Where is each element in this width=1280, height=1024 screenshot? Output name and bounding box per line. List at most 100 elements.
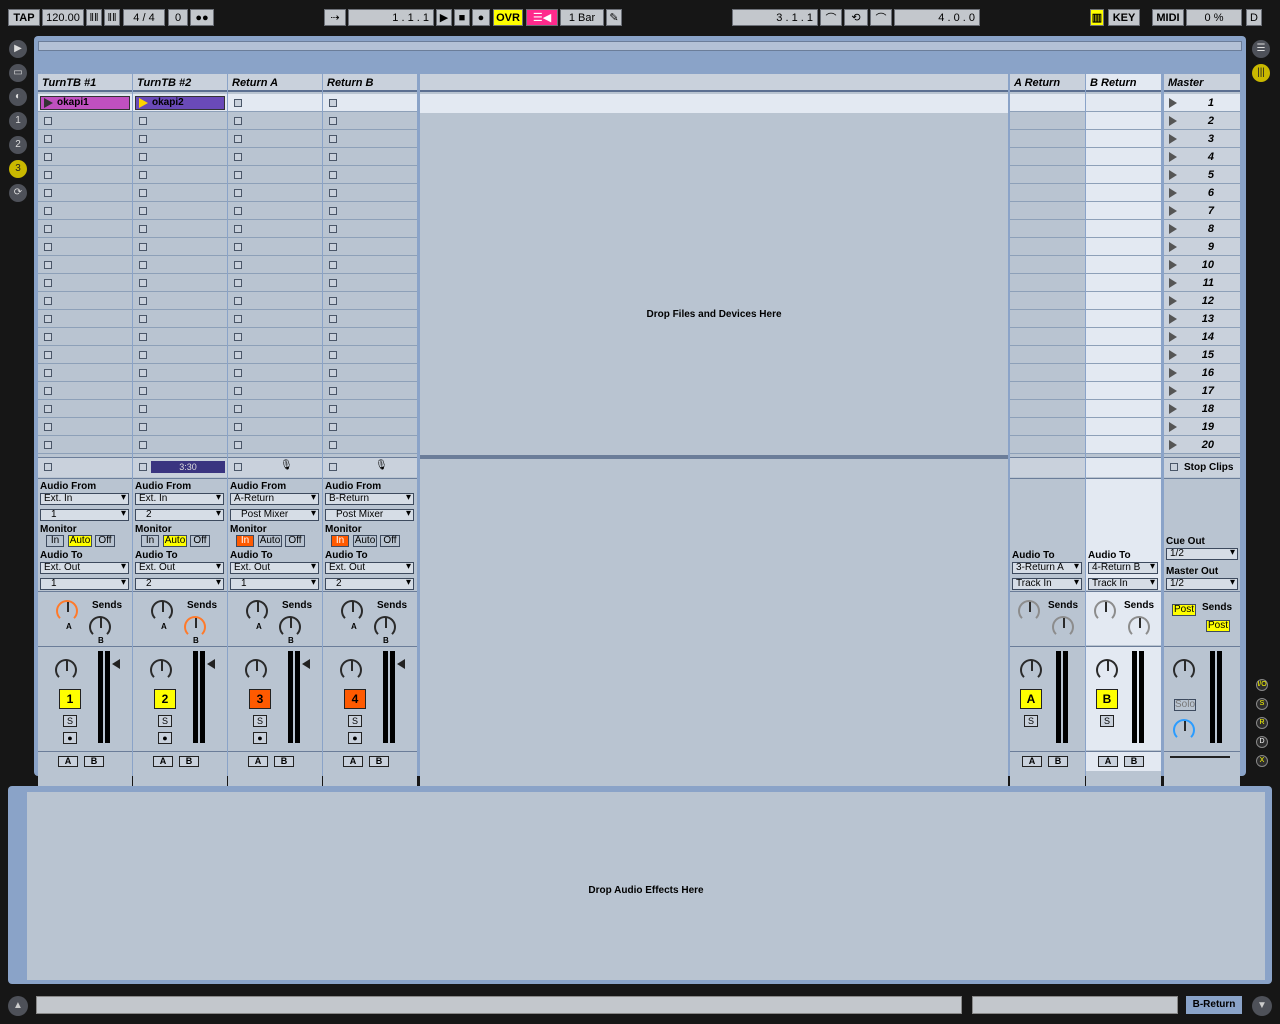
volume-fader-icon[interactable] [397,659,405,669]
crossfade-b-button[interactable]: B [84,756,104,767]
clip-slot[interactable] [38,310,132,328]
clip-slot[interactable] [1086,256,1161,274]
overdub-button[interactable]: OVR [493,9,523,26]
clip-slot[interactable] [133,130,227,148]
volume-fader-icon[interactable] [207,659,215,669]
clip-slot[interactable] [1086,400,1161,418]
clip-slot[interactable] [1086,238,1161,256]
stop-button-icon[interactable] [234,405,242,413]
clip-slot[interactable] [1086,130,1161,148]
clip-slot[interactable] [1010,238,1085,256]
stop-button-icon[interactable] [234,351,242,359]
pan-knob[interactable] [150,659,172,681]
stop-button-icon[interactable] [44,441,52,449]
stop-button-icon[interactable] [234,117,242,125]
stop-button-icon[interactable] [234,315,242,323]
clip-play-icon[interactable] [139,98,148,108]
solo-button[interactable]: S [158,715,172,727]
crossfade-a-button[interactable]: A [1098,756,1118,767]
stop-button-icon[interactable] [234,243,242,251]
stop-button-icon[interactable] [139,153,147,161]
stop-button-icon[interactable] [234,423,242,431]
stop-button-icon[interactable] [234,153,242,161]
stop-button-icon[interactable] [329,351,337,359]
clip-slot[interactable] [1010,148,1085,166]
clip-slot[interactable]: okapi2 [133,94,227,112]
scene-launch[interactable]: 1 [1164,94,1240,112]
crossfader-toggle-icon[interactable]: X [1256,755,1268,767]
track-stop-row[interactable]: 🎙 [323,457,417,477]
draw-mode-icon[interactable]: ✎ [606,9,622,26]
send-b-knob[interactable] [374,616,396,638]
monitor-off-button[interactable]: Off [285,535,305,547]
send-a-knob[interactable] [1018,600,1040,622]
clip-slot[interactable] [1086,328,1161,346]
master-out-menu[interactable]: 1/2 [1166,578,1238,590]
expand-up-icon[interactable]: ▲ [8,996,28,1016]
track-stop-icon[interactable] [234,463,242,471]
clip-slot[interactable] [323,166,417,184]
stop-button-icon[interactable] [139,315,147,323]
track-stop-row[interactable] [38,457,132,477]
io-toggle-icon[interactable]: I/O [1256,679,1268,691]
stop-button-icon[interactable] [329,261,337,269]
scene-play-icon[interactable] [1169,206,1177,216]
tempo-field[interactable]: 120.00 [42,9,84,26]
pan-knob[interactable] [1020,659,1042,681]
clip-slot[interactable] [323,400,417,418]
stop-button-icon[interactable] [329,189,337,197]
clip-slot[interactable] [323,346,417,364]
clip-slot[interactable] [228,400,322,418]
clip-slot[interactable] [1010,346,1085,364]
clip-slot[interactable] [1010,166,1085,184]
input-channel-menu[interactable]: 1 [40,509,129,521]
scene-play-icon[interactable] [1169,386,1177,396]
stop-button-icon[interactable] [139,207,147,215]
clip-slot[interactable] [1086,166,1161,184]
clip-slot[interactable] [133,220,227,238]
stop-button-icon[interactable] [329,315,337,323]
scene-launch[interactable]: 16 [1164,364,1240,382]
time-signature[interactable]: 4 / 4 [123,9,165,26]
stop-button-icon[interactable] [234,279,242,287]
stop-button-icon[interactable] [139,225,147,233]
folder1-icon[interactable]: 1 [9,112,27,130]
stop-button-icon[interactable] [329,171,337,179]
audio-from-menu[interactable]: Ext. In [135,493,224,505]
scene-launch[interactable]: 14 [1164,328,1240,346]
stop-button-icon[interactable] [44,135,52,143]
clip-slot[interactable] [228,328,322,346]
scene-launch[interactable]: 3 [1164,130,1240,148]
stop-button-icon[interactable] [139,333,147,341]
volume-fader-icon[interactable] [112,659,120,669]
clip-slot[interactable] [228,130,322,148]
stop-button-icon[interactable] [329,297,337,305]
scene-play-icon[interactable] [1169,134,1177,144]
clip[interactable]: okapi2 [135,96,225,110]
track-title[interactable]: TurnTB #2 [133,74,227,92]
stop-button-icon[interactable] [44,369,52,377]
scene-play-icon[interactable] [1169,188,1177,198]
clip-slot[interactable] [323,292,417,310]
scene-launch[interactable]: 6 [1164,184,1240,202]
clip-slot[interactable] [1010,256,1085,274]
stop-button-icon[interactable] [44,423,52,431]
clip-slot[interactable] [323,202,417,220]
output-channel-menu[interactable]: 2 [325,578,414,590]
key-map-icon[interactable]: ▥ [1090,9,1104,26]
stop-button-icon[interactable] [139,135,147,143]
crossfade-a-button[interactable]: A [343,756,363,767]
scene-launch[interactable]: 19 [1164,418,1240,436]
clip-slot[interactable] [38,238,132,256]
track-in-menu[interactable]: Track In [1088,578,1158,590]
stop-button-icon[interactable] [329,153,337,161]
clip-slot[interactable] [38,184,132,202]
crossfader[interactable] [1164,751,1240,771]
returns-toggle-icon[interactable]: R [1256,717,1268,729]
arm-button[interactable]: ● [63,732,77,744]
scene-play-icon[interactable] [1169,116,1177,126]
audio-to-menu[interactable]: Ext. Out [230,562,319,574]
stop-button-icon[interactable] [234,369,242,377]
track-stop-row[interactable]: 🎙 [228,457,322,477]
scene-play-icon[interactable] [1169,314,1177,324]
